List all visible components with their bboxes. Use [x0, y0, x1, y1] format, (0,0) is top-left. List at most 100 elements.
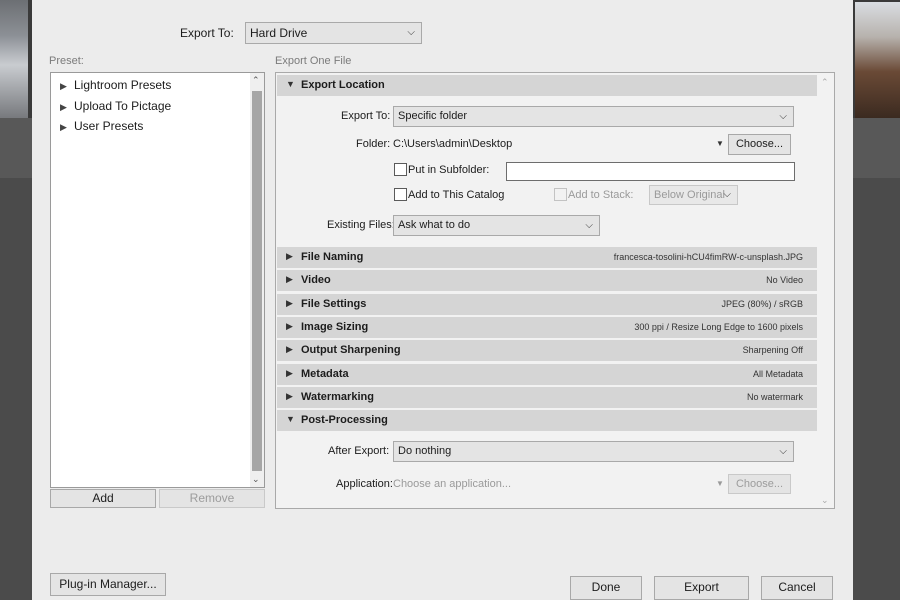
- subfolder-checkbox[interactable]: [394, 163, 407, 176]
- section-image-sizing[interactable]: ▶ Image Sizing 300 ppi / Resize Long Edg…: [277, 317, 817, 338]
- section-summary: No watermark: [746, 392, 803, 402]
- chevron-down-icon: ⌵: [779, 111, 787, 122]
- after-export-select[interactable]: Do nothing ⌵: [393, 441, 794, 462]
- application-label: Application:: [336, 478, 393, 490]
- chevron-down-icon: ⌵: [585, 220, 593, 231]
- chevron-down-icon: ⌵: [407, 27, 415, 38]
- stack-position-select[interactable]: Below Original ⌵: [649, 185, 738, 205]
- section-summary: Sharpening Off: [742, 345, 803, 355]
- expand-arrow-icon: ▶: [286, 344, 293, 354]
- after-export-value: Do nothing: [398, 445, 452, 457]
- preset-item-label: Upload To Pictage: [74, 99, 172, 113]
- section-title: Post-Processing: [301, 414, 388, 426]
- export-caption: Export One File: [275, 55, 352, 67]
- section-watermarking[interactable]: ▶ Watermarking No watermark: [277, 387, 817, 408]
- existing-files-value: Ask what to do: [398, 219, 471, 231]
- scroll-up-icon[interactable]: ⌃: [252, 75, 260, 86]
- add-to-catalog-checkbox[interactable]: [394, 188, 407, 201]
- add-to-stack-checkbox[interactable]: [554, 188, 567, 201]
- add-to-catalog-label: Add to This Catalog: [408, 189, 505, 201]
- export-panel-scrollbar[interactable]: ⌃ ⌄: [817, 73, 834, 508]
- remove-preset-button[interactable]: Remove: [159, 489, 265, 508]
- background-photo-left: [0, 0, 28, 118]
- subfolder-label: Put in Subfolder:: [408, 164, 490, 176]
- export-to-select[interactable]: Hard Drive ⌵: [245, 22, 422, 44]
- preset-item-pictage[interactable]: ▶ Upload To Pictage: [60, 99, 171, 113]
- scroll-down-icon[interactable]: ⌄: [821, 495, 829, 506]
- section-output-sharpening[interactable]: ▶ Output Sharpening Sharpening Off: [277, 340, 817, 361]
- section-file-naming[interactable]: ▶ File Naming francesca-tosolini-hCU4fim…: [277, 247, 817, 268]
- section-metadata[interactable]: ▶ Metadata All Metadata: [277, 364, 817, 385]
- section-title: Watermarking: [301, 391, 374, 403]
- export-dialog: Export To: Hard Drive ⌵ Preset: Export O…: [32, 0, 853, 600]
- existing-files-select[interactable]: Ask what to do ⌵: [393, 215, 600, 236]
- section-file-settings[interactable]: ▶ File Settings JPEG (80%) / sRGB: [277, 294, 817, 315]
- collapse-arrow-icon: ▼: [286, 414, 295, 424]
- plugin-manager-button[interactable]: Plug-in Manager...: [50, 573, 166, 596]
- expand-arrow-icon: ▶: [60, 102, 67, 112]
- background-photo-right: [855, 2, 900, 118]
- export-to-label: Export To:: [180, 26, 234, 40]
- section-title: Metadata: [301, 368, 349, 380]
- location-export-to-value: Specific folder: [398, 110, 468, 122]
- add-to-stack-label: Add to Stack:: [568, 189, 634, 201]
- preset-item-label: User Presets: [74, 119, 144, 133]
- folder-label: Folder:: [356, 138, 391, 150]
- application-field[interactable]: Choose an application...: [393, 478, 511, 490]
- expand-arrow-icon: ▶: [286, 321, 293, 331]
- section-post-processing[interactable]: ▼ Post-Processing: [277, 410, 817, 431]
- expand-arrow-icon: ▶: [286, 274, 293, 284]
- subfolder-input[interactable]: [506, 162, 795, 181]
- background-right: [853, 0, 900, 600]
- section-summary: All Metadata: [752, 369, 803, 379]
- section-title: File Settings: [301, 298, 367, 310]
- choose-folder-button[interactable]: Choose...: [728, 134, 791, 155]
- background-panel: [0, 118, 32, 178]
- after-export-label: After Export:: [328, 445, 390, 457]
- expand-arrow-icon: ▶: [286, 298, 293, 308]
- preset-item-user[interactable]: ▶ User Presets: [60, 119, 143, 133]
- stack-position-value: Below Original: [654, 189, 725, 201]
- cancel-button[interactable]: Cancel: [761, 576, 833, 600]
- export-button[interactable]: Export: [654, 576, 749, 600]
- expand-arrow-icon: ▶: [286, 391, 293, 401]
- folder-dropdown-icon[interactable]: ▼: [716, 139, 724, 148]
- scroll-up-icon[interactable]: ⌃: [821, 77, 829, 88]
- background-panel: [853, 118, 900, 178]
- preset-item-lightroom[interactable]: ▶ Lightroom Presets: [60, 78, 171, 92]
- expand-arrow-icon: ▶: [286, 368, 293, 378]
- folder-path[interactable]: C:\Users\admin\Desktop: [393, 138, 512, 150]
- expand-arrow-icon: ▶: [60, 81, 67, 91]
- application-dropdown-icon[interactable]: ▼: [716, 479, 724, 488]
- add-preset-button[interactable]: Add: [50, 489, 156, 508]
- done-button[interactable]: Done: [570, 576, 642, 600]
- section-title: File Naming: [301, 251, 364, 263]
- preset-list: [50, 72, 265, 488]
- scroll-thumb[interactable]: [252, 91, 262, 471]
- section-title: Output Sharpening: [301, 344, 401, 356]
- chevron-down-icon: ⌵: [723, 189, 731, 200]
- expand-arrow-icon: ▶: [286, 251, 293, 261]
- background-left: [0, 0, 32, 600]
- section-title: Image Sizing: [301, 321, 369, 333]
- section-title: Video: [301, 274, 331, 286]
- expand-arrow-icon: ▶: [60, 122, 67, 132]
- export-to-value: Hard Drive: [250, 26, 308, 40]
- section-summary: JPEG (80%) / sRGB: [721, 299, 803, 309]
- preset-item-label: Lightroom Presets: [74, 78, 172, 92]
- collapse-arrow-icon: ▼: [286, 79, 295, 89]
- section-summary: 300 ppi / Resize Long Edge to 1600 pixel…: [634, 322, 803, 332]
- chevron-down-icon: ⌵: [779, 446, 787, 457]
- section-title: Export Location: [301, 79, 385, 91]
- section-summary: No Video: [766, 275, 803, 285]
- section-summary: francesca-tosolini-hCU4fimRW-c-unsplash.…: [613, 252, 803, 262]
- preset-scrollbar[interactable]: ⌃ ⌄: [250, 73, 264, 487]
- section-video[interactable]: ▶ Video No Video: [277, 270, 817, 291]
- choose-application-button[interactable]: Choose...: [728, 474, 791, 494]
- location-export-to-select[interactable]: Specific folder ⌵: [393, 106, 794, 127]
- scroll-down-icon[interactable]: ⌄: [252, 474, 260, 485]
- location-export-to-label: Export To:: [341, 110, 391, 122]
- existing-files-label: Existing Files:: [327, 219, 395, 231]
- preset-caption: Preset:: [49, 55, 84, 67]
- section-export-location[interactable]: ▼ Export Location: [277, 75, 817, 96]
